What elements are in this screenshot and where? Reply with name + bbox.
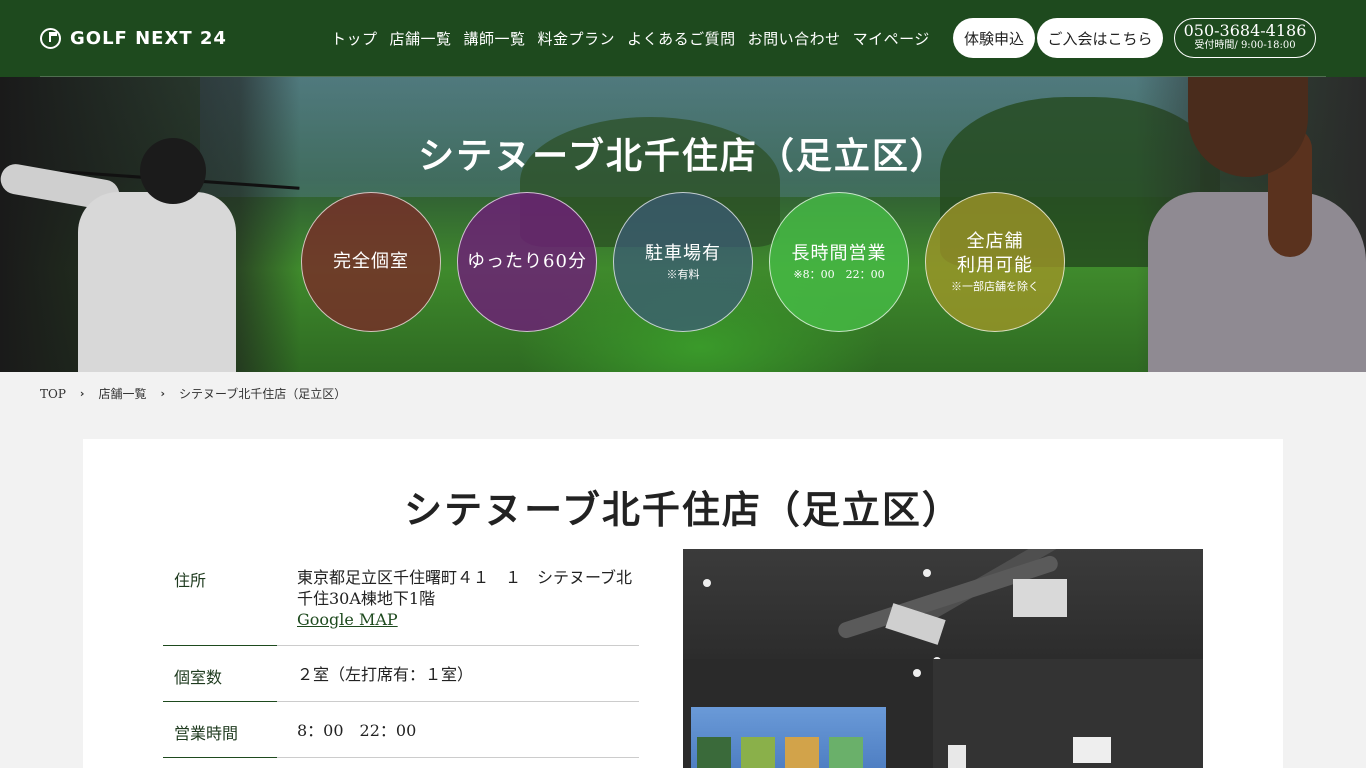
breadcrumb-top[interactable]: TOP xyxy=(40,387,66,401)
nav-top[interactable]: トップ xyxy=(331,28,378,49)
feature-long-hours: 長時間営業 ※8：00 22：00 xyxy=(769,192,909,332)
google-map-link[interactable]: Google MAP xyxy=(297,609,637,630)
store-title: シテヌーブ北千住店（足立区） xyxy=(404,487,962,532)
nav-contact[interactable]: お問い合わせ xyxy=(748,28,841,49)
main-nav: トップ 店舗一覧 講師一覧 料金プラン よくあるご質問 お問い合わせ マイページ xyxy=(331,28,930,49)
store-detail-card: シテヌーブ北千住店（足立区） 住所 東京都足立区千住曙町４１ １ シテヌーブ北千… xyxy=(83,439,1283,768)
breadcrumb: TOP › 店舗一覧 › シテヌーブ北千住店（足立区） xyxy=(40,385,346,402)
store-photo xyxy=(683,549,1203,768)
address-label: 住所 xyxy=(174,571,207,590)
hero-banner: シテヌーブ北千住店（足立区） 完全個室 ゆったり60分 駐車場有 ※有料 長時間… xyxy=(0,77,1366,372)
projector xyxy=(1013,579,1067,617)
address-value: 東京都足立区千住曙町４１ １ シテヌーブ北千住30A棟地下1階 Google M… xyxy=(297,567,637,630)
phone-hours: 受付時間/ 9:00-18:00 xyxy=(1194,40,1296,51)
nav-faq[interactable]: よくあるご質問 xyxy=(627,28,736,49)
nav-pricing[interactable]: 料金プラン xyxy=(538,28,616,49)
rooms-value: ２室（左打席有：１室） xyxy=(297,665,474,684)
info-row-hours: 営業時間 8：00 22：00 xyxy=(163,702,639,758)
phone-number: 050-3684-4186 xyxy=(1183,21,1307,40)
nav-mypage[interactable]: マイページ xyxy=(853,28,930,49)
nav-stores[interactable]: 店舗一覧 xyxy=(390,28,452,49)
hours-value: 8：00 22：00 xyxy=(297,721,417,740)
trial-button[interactable]: 体験申込 xyxy=(953,18,1035,58)
hours-label: 営業時間 xyxy=(174,724,239,743)
store-info-table: 住所 東京都足立区千住曙町４１ １ シテヌーブ北千住30A棟地下1階 Googl… xyxy=(163,549,639,758)
site-header: GOLF NEXT 24 トップ 店舗一覧 講師一覧 料金プラン よくあるご質問… xyxy=(0,0,1366,77)
rooms-label: 個室数 xyxy=(174,668,223,687)
feature-all-stores: 全店舗 利用可能 ※一部店舗を除く xyxy=(925,192,1065,332)
hero-title: シテヌーブ北千住店（足立区） xyxy=(418,135,948,177)
logo-text: GOLF NEXT 24 xyxy=(70,27,227,49)
info-row-rooms: 個室数 ２室（左打席有：１室） xyxy=(163,646,639,702)
chevron-right-icon: › xyxy=(160,387,166,400)
nav-instructors[interactable]: 講師一覧 xyxy=(464,28,526,49)
feature-parking: 駐車場有 ※有料 xyxy=(613,192,753,332)
info-row-address: 住所 東京都足立区千住曙町４１ １ シテヌーブ北千住30A棟地下1階 Googl… xyxy=(163,549,639,646)
chevron-right-icon: › xyxy=(79,387,85,400)
feature-60-minutes: ゆったり60分 xyxy=(457,192,597,332)
join-button[interactable]: ご入会はこちら xyxy=(1037,18,1163,58)
feature-private-room: 完全個室 xyxy=(301,192,441,332)
instructor-figure xyxy=(1148,77,1366,372)
logo[interactable]: GOLF NEXT 24 xyxy=(40,27,227,49)
breadcrumb-stores[interactable]: 店舗一覧 xyxy=(98,385,146,402)
breadcrumb-current: シテヌーブ北千住店（足立区） xyxy=(179,387,347,401)
phone-button[interactable]: 050-3684-4186 受付時間/ 9:00-18:00 xyxy=(1174,18,1316,58)
golf-flag-icon xyxy=(40,27,61,49)
